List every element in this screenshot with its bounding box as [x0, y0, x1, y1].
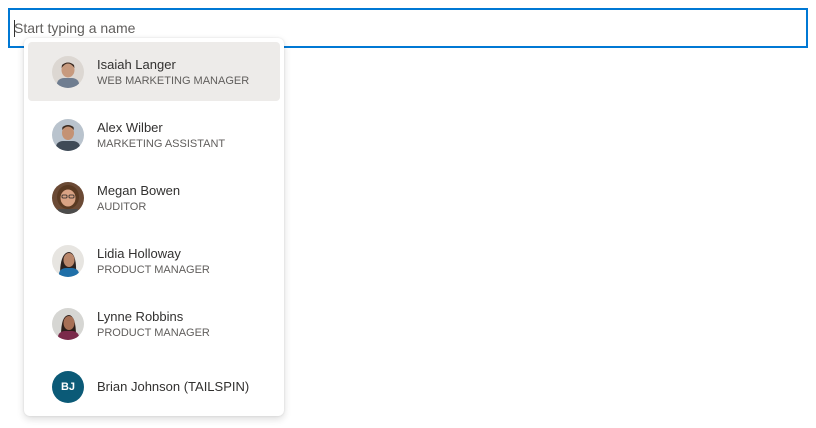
- avatar: [52, 182, 84, 214]
- suggestion-title: PRODUCT MANAGER: [97, 264, 210, 276]
- suggestion-title: AUDITOR: [97, 201, 147, 213]
- suggestion-name: Megan Bowen: [97, 183, 181, 198]
- suggestion-title: PRODUCT MANAGER: [97, 327, 210, 339]
- suggestion-brian-johnson[interactable]: BJ Brian Johnson (TAILSPIN): [28, 357, 280, 416]
- suggestion-alex-wilber[interactable]: Alex Wilber MARKETING ASSISTANT: [28, 105, 280, 164]
- suggestion-title: WEB MARKETING MANAGER: [97, 75, 250, 87]
- suggestion-isaiah-langer[interactable]: Isaiah Langer WEB MARKETING MANAGER: [28, 42, 280, 101]
- text-caret: [14, 20, 15, 37]
- suggestion-lidia-holloway[interactable]: Lidia Holloway PRODUCT MANAGER: [28, 231, 280, 290]
- suggestion-name: Alex Wilber: [97, 120, 163, 135]
- avatar-initials: BJ: [52, 371, 84, 403]
- people-picker: Isaiah Langer WEB MARKETING MANAGER Alex…: [0, 0, 816, 428]
- suggestions-dropdown: Isaiah Langer WEB MARKETING MANAGER Alex…: [24, 38, 284, 416]
- avatar: [52, 56, 84, 88]
- suggestion-lynne-robbins[interactable]: Lynne Robbins PRODUCT MANAGER: [28, 294, 280, 353]
- suggestion-megan-bowen[interactable]: Megan Bowen AUDITOR: [28, 168, 280, 227]
- avatar: [52, 308, 84, 340]
- suggestion-name: Brian Johnson (TAILSPIN): [97, 379, 250, 394]
- avatar: [52, 245, 84, 277]
- avatar: [52, 119, 84, 151]
- suggestion-name: Lynne Robbins: [97, 309, 184, 324]
- suggestion-title: MARKETING ASSISTANT: [97, 138, 226, 150]
- suggestion-name: Lidia Holloway: [97, 246, 181, 261]
- suggestion-name: Isaiah Langer: [97, 57, 176, 72]
